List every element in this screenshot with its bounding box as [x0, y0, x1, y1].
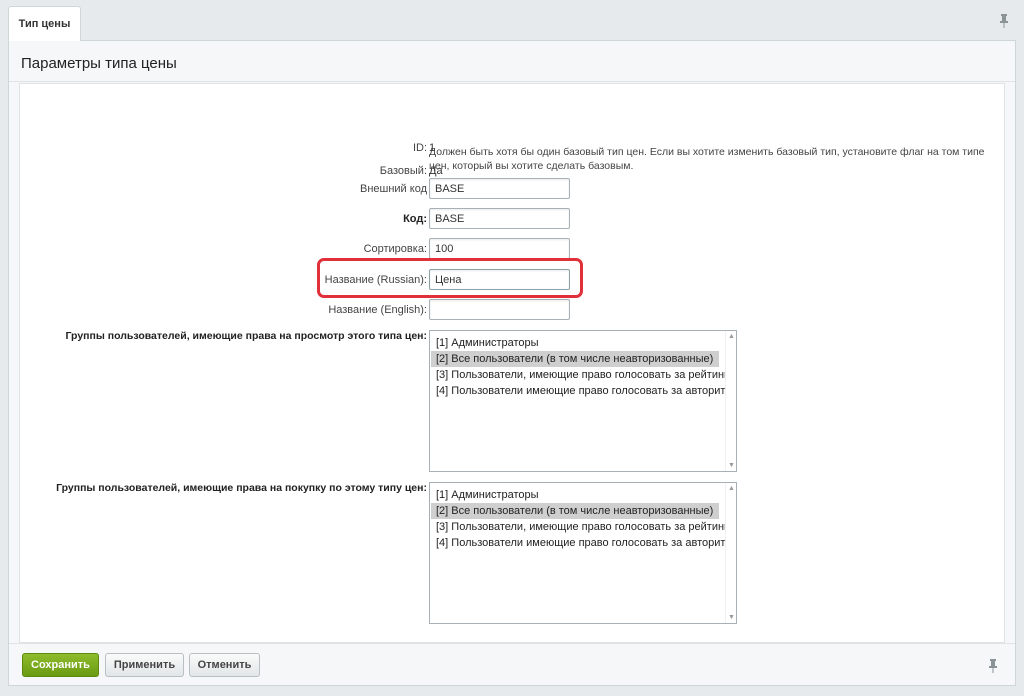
scroll-up-icon[interactable]: ▲ — [728, 485, 735, 492]
pin-icon[interactable] — [987, 659, 999, 673]
list-item[interactable]: [4] Пользователи имеющие право голосоват… — [431, 383, 736, 399]
save-button[interactable]: Сохранить — [22, 653, 99, 677]
scroll-down-icon[interactable]: ▼ — [728, 614, 735, 621]
list-item[interactable]: [4] Пользователи имеющие право голосоват… — [431, 535, 736, 551]
base-note: Должен быть хотя бы один базовый тип цен… — [429, 146, 985, 172]
settings-panel: Параметры типа цены ID: 1 Базовый: Да До… — [8, 40, 1016, 686]
scroll-up-icon[interactable]: ▲ — [728, 333, 735, 340]
highlight-frame — [317, 258, 583, 298]
form-content: ID: 1 Базовый: Да Должен быть хотя бы од… — [19, 83, 1005, 643]
sort-label: Сортировка: — [363, 243, 427, 255]
view-groups-select[interactable]: [1] Администраторы [2] Все пользователи (… — [429, 330, 737, 472]
tab-price-type[interactable]: Тип цены — [8, 6, 81, 41]
list-item[interactable]: [1] Администраторы — [431, 335, 719, 351]
scroll-down-icon[interactable]: ▼ — [728, 462, 735, 469]
divider — [9, 81, 1015, 82]
scrollbar[interactable]: ▲ ▼ — [725, 331, 736, 471]
list-item[interactable]: [2] Все пользователи (в том числе неавто… — [431, 503, 719, 519]
list-item[interactable]: [3] Пользователи, имеющие право голосова… — [431, 367, 728, 383]
code-label: Код: — [403, 213, 427, 225]
sort-input[interactable] — [429, 238, 570, 259]
name-english-input[interactable] — [429, 299, 570, 320]
divider — [9, 643, 1015, 644]
apply-button[interactable]: Применить — [105, 653, 184, 677]
list-item[interactable]: [3] Пользователи, имеющие право голосова… — [431, 519, 728, 535]
pin-icon[interactable] — [998, 14, 1010, 28]
list-item[interactable]: [1] Администраторы — [431, 487, 719, 503]
scrollbar[interactable]: ▲ ▼ — [725, 483, 736, 623]
external-code-label: Внешний код — [359, 183, 427, 195]
base-label: Базовый: — [379, 165, 427, 177]
buy-groups-select[interactable]: [1] Администраторы [2] Все пользователи (… — [429, 482, 737, 624]
id-label: ID: — [412, 142, 427, 154]
view-groups-label: Группы пользователей, имеющие права на п… — [65, 330, 428, 342]
buy-groups-label: Группы пользователей, имеющие права на п… — [56, 482, 427, 494]
external-code-input[interactable] — [429, 178, 570, 199]
name-english-label: Название (English): — [328, 304, 427, 316]
list-item[interactable]: [2] Все пользователи (в том числе неавто… — [431, 351, 719, 367]
page-title: Параметры типа цены — [21, 55, 177, 72]
cancel-button[interactable]: Отменить — [189, 653, 260, 677]
code-input[interactable] — [429, 208, 570, 229]
